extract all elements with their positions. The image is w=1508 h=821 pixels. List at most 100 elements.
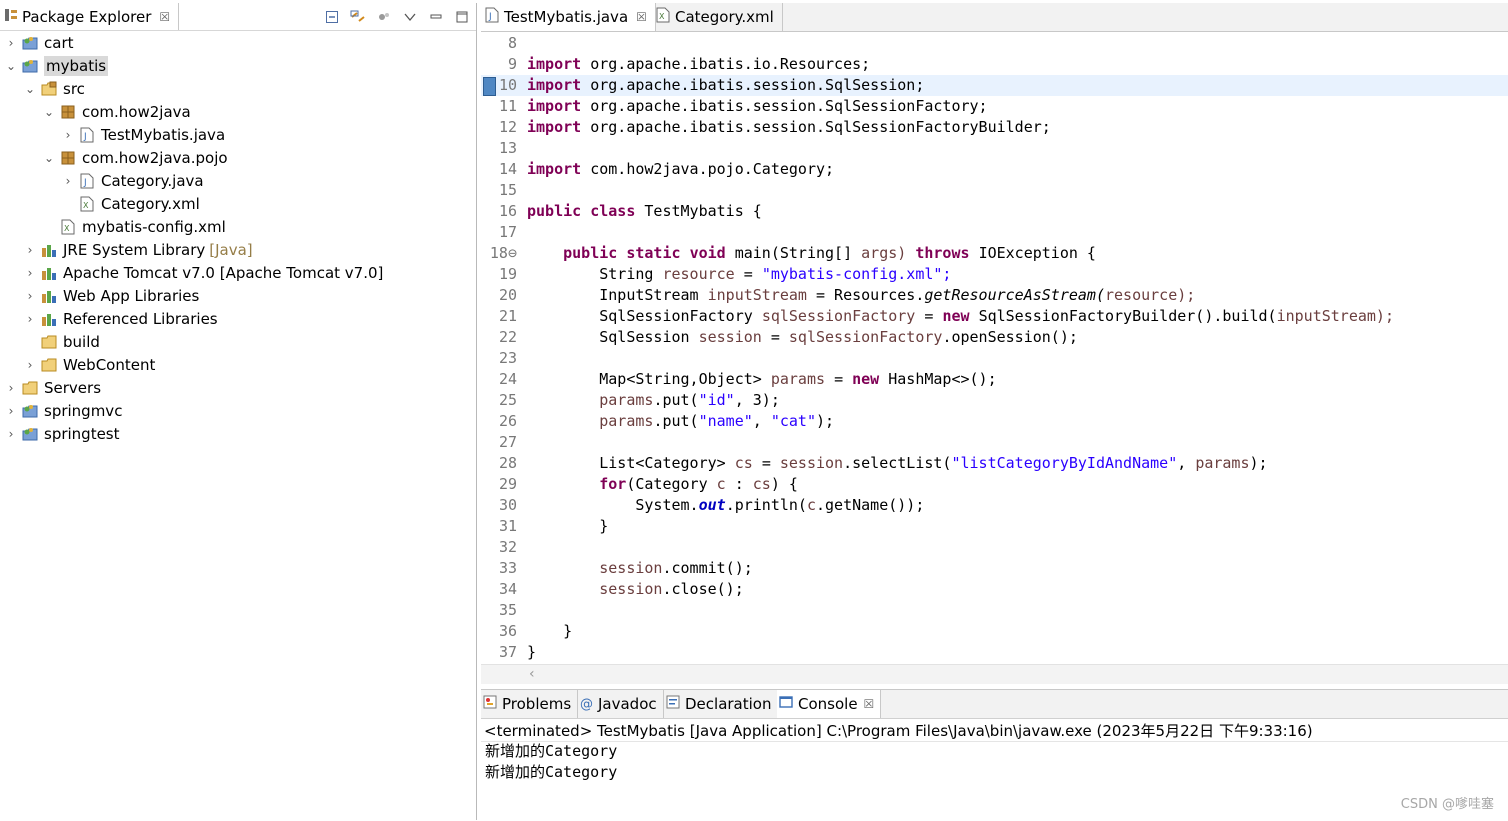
tree-item[interactable]: › Apache Tomcat v7.0 [Apache Tomcat v7.0] [23, 261, 384, 284]
code-line[interactable]: 25 params.put("id", 3); [481, 390, 1508, 411]
view-menu-icon[interactable] [402, 9, 418, 25]
code-line[interactable]: 13 [481, 138, 1508, 159]
code-line[interactable]: 14 import com.how2java.pojo.Category; [481, 159, 1508, 180]
focus-icon[interactable] [376, 9, 392, 25]
chevron-right-icon[interactable]: › [61, 174, 75, 188]
code-line[interactable]: 37} [481, 642, 1508, 663]
code-line[interactable]: 8 [481, 33, 1508, 54]
code-line[interactable]: 19 String resource = "mybatis-config.xml… [481, 264, 1508, 285]
code-line[interactable]: 35 [481, 600, 1508, 621]
horizontal-scrollbar[interactable]: ‹ [481, 664, 1508, 684]
code-line[interactable]: 33 session.commit(); [481, 558, 1508, 579]
code-text: params.put("name", "cat"); [599, 412, 835, 430]
code-line[interactable]: 23 [481, 348, 1508, 369]
tree-item[interactable]: › springtest [4, 422, 120, 445]
xml-file-icon: X [656, 7, 670, 27]
line-number: 25 [498, 391, 517, 409]
tab-declaration[interactable]: Declaration [664, 690, 779, 718]
code-line[interactable]: 16 public class TestMybatis { [481, 201, 1508, 222]
chevron-down-icon[interactable]: ⌄ [42, 105, 56, 119]
chevron-right-icon[interactable]: › [23, 266, 37, 280]
line-number: 12 [498, 118, 517, 136]
tree-item[interactable]: › WebContent [23, 353, 156, 376]
code-line[interactable]: 9 import org.apache.ibatis.io.Resources; [481, 54, 1508, 75]
tree-item[interactable]: ⌄ mybatis [4, 54, 109, 77]
xml-file-icon: X [60, 219, 76, 235]
tree-item[interactable]: › Servers [4, 376, 101, 399]
close-icon[interactable]: ☒ [636, 10, 647, 24]
tree-item[interactable]: build [23, 330, 100, 353]
chevron-right-icon[interactable]: › [23, 243, 37, 257]
collapse-all-icon[interactable] [324, 9, 340, 25]
line-number: 14 [498, 160, 517, 178]
code-line[interactable]: 21 SqlSessionFactory sqlSessionFactory =… [481, 306, 1508, 327]
chevron-right-icon[interactable]: › [23, 358, 37, 372]
code-editor[interactable]: 8 9 import org.apache.ibatis.io.Resources;… [481, 33, 1508, 663]
code-line[interactable]: 32 [481, 537, 1508, 558]
chevron-right-icon[interactable]: › [4, 404, 18, 418]
problems-icon [483, 695, 497, 713]
line-number: 13 [498, 139, 517, 157]
tree-item[interactable]: › Referenced Libraries [23, 307, 218, 330]
declaration-icon [666, 695, 680, 713]
code-line[interactable]: 30 System.out.println(c.getName()); [481, 495, 1508, 516]
close-icon[interactable]: ☒ [864, 697, 875, 711]
tree-item[interactable]: ⌄ com.how2java.pojo [42, 146, 228, 169]
code-line[interactable]: 26 params.put("name", "cat"); [481, 411, 1508, 432]
tree-item[interactable]: › Web App Libraries [23, 284, 200, 307]
chevron-down-icon[interactable]: ⌄ [42, 151, 56, 165]
tree-item[interactable]: › J TestMybatis.java [61, 123, 226, 146]
chevron-down-icon[interactable]: ⌄ [23, 82, 37, 96]
code-line[interactable]: 34 session.close(); [481, 579, 1508, 600]
tree-item[interactable]: X Category.xml [61, 192, 200, 215]
code-line[interactable]: 27 [481, 432, 1508, 453]
code-line[interactable]: 18⊖ public static void main(String[] arg… [481, 243, 1508, 264]
line-number: 34 [498, 580, 517, 598]
code-line[interactable]: 24 Map<String,Object> params = new HashM… [481, 369, 1508, 390]
chevron-right-icon[interactable]: › [4, 427, 18, 441]
chevron-down-icon[interactable]: ⌄ [4, 59, 18, 73]
tab-problems[interactable]: Problems [481, 690, 579, 718]
tab-javadoc[interactable]: @ Javadoc [578, 690, 664, 718]
code-text: } [563, 622, 573, 640]
code-line[interactable]: 10 import org.apache.ibatis.session.SqlSe… [481, 75, 1508, 96]
code-line[interactable]: 17 [481, 222, 1508, 243]
tab-testmybatis-java[interactable]: J TestMybatis.java ☒ [481, 3, 656, 31]
link-with-editor-icon[interactable] [350, 9, 366, 25]
code-text: import org.apache.ibatis.session.SqlSess… [527, 76, 925, 94]
close-icon[interactable]: ☒ [159, 10, 170, 24]
code-line[interactable]: 36 } [481, 621, 1508, 642]
code-line[interactable]: 29 for(Category c : cs) { [481, 474, 1508, 495]
editor-tabs: J TestMybatis.java ☒ X Category.xml [481, 3, 1508, 32]
code-line[interactable]: 31 } [481, 516, 1508, 537]
tree-item[interactable]: › JRE System Library [Java] [23, 238, 253, 261]
minimize-icon[interactable] [428, 9, 444, 25]
console-output-line: 新增加的Category [485, 742, 618, 760]
chevron-right-icon[interactable]: › [23, 289, 37, 303]
code-line[interactable]: 11 import org.apache.ibatis.session.SqlSe… [481, 96, 1508, 117]
line-number: 29 [498, 475, 517, 493]
tab-label: TestMybatis.java [504, 8, 629, 26]
tree-item[interactable]: › springmvc [4, 399, 123, 422]
tab-package-explorer[interactable]: Package Explorer ☒ [0, 3, 180, 30]
tree-item[interactable]: ⌄ com.how2java [42, 100, 191, 123]
code-line[interactable]: 15 [481, 180, 1508, 201]
java-file-icon: J [485, 7, 499, 27]
code-line[interactable]: 28 List<Category> cs = session.selectLis… [481, 453, 1508, 474]
maximize-icon[interactable] [454, 9, 470, 25]
code-line[interactable]: 20 InputStream inputStream = Resources.g… [481, 285, 1508, 306]
tab-console[interactable]: Console ☒ [777, 690, 882, 718]
chevron-right-icon[interactable]: › [4, 381, 18, 395]
tree-item[interactable]: Xmybatis-config.xml [42, 215, 226, 238]
tree-item[interactable]: › cart [4, 31, 74, 54]
tree-item[interactable]: › J Category.java [61, 169, 204, 192]
tab-category-xml[interactable]: X Category.xml [652, 3, 783, 31]
scroll-left-icon[interactable]: ‹ [529, 666, 535, 682]
chevron-right-icon[interactable]: › [61, 128, 75, 142]
chevron-right-icon[interactable]: › [23, 312, 37, 326]
code-line[interactable]: 22 SqlSession session = sqlSessionFactor… [481, 327, 1508, 348]
code-line[interactable]: 12 import org.apache.ibatis.session.SqlSe… [481, 117, 1508, 138]
code-text: import org.apache.ibatis.io.Resources; [527, 55, 871, 73]
tree-item[interactable]: ⌄ src [23, 77, 85, 100]
chevron-right-icon[interactable]: › [4, 36, 18, 50]
